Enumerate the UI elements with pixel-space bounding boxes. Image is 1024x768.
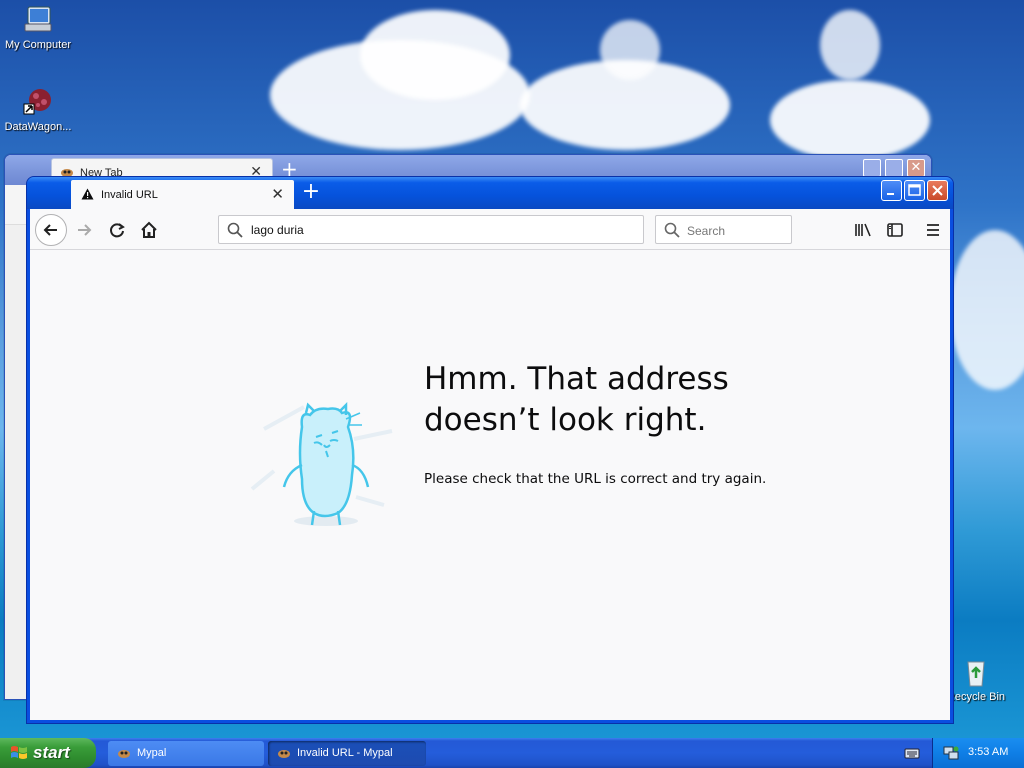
desktop-icon-label: My Computer xyxy=(4,39,72,51)
home-button[interactable] xyxy=(134,215,164,245)
home-icon xyxy=(141,221,157,238)
back-arrow-icon xyxy=(43,224,57,236)
mypal-icon xyxy=(277,746,291,760)
tab-label: Invalid URL xyxy=(101,189,158,201)
error-title: Hmm. That address doesn’t look right. xyxy=(424,361,729,438)
desktop-icon-datawagon[interactable]: DataWagon... xyxy=(0,86,76,133)
start-label: start xyxy=(33,743,70,762)
error-mascot-illustration xyxy=(244,379,394,529)
taskbar-item-mypal[interactable]: Mypal xyxy=(108,741,264,766)
url-input[interactable]: lago duria xyxy=(251,223,304,237)
search-icon xyxy=(227,222,243,241)
network-icon[interactable] xyxy=(943,745,959,764)
search-input[interactable]: Search xyxy=(687,224,725,238)
cloud xyxy=(820,10,880,80)
desktop-icon-my-computer[interactable]: My Computer xyxy=(0,4,76,51)
minimize-button[interactable] xyxy=(881,180,902,201)
recycle-bin-icon xyxy=(960,656,992,688)
taskbar-item-label: Mypal xyxy=(137,747,167,759)
cloud xyxy=(600,20,660,80)
keyboard-icon[interactable] xyxy=(904,746,920,763)
system-tray: 3:53 AM xyxy=(932,738,1024,768)
windows-logo-icon xyxy=(10,744,28,765)
taskbar-item-invalid-url[interactable]: Invalid URL - Mypal xyxy=(268,741,426,766)
back-button[interactable] xyxy=(35,214,67,246)
taskbar-item-label: Invalid URL - Mypal xyxy=(297,747,393,759)
new-tab-button[interactable]: + xyxy=(299,181,323,205)
desktop-icon-label: DataWagon... xyxy=(4,121,72,133)
forward-arrow-icon xyxy=(78,224,92,236)
search-icon xyxy=(664,222,680,241)
browser-titlebar[interactable]: Invalid URL ✕ + xyxy=(27,177,953,209)
warning-icon xyxy=(81,188,94,203)
navigation-toolbar: lago duria Search xyxy=(30,209,950,250)
forward-button[interactable] xyxy=(70,215,100,245)
library-button[interactable] xyxy=(848,215,878,245)
browser-content: lago duria Search Hmm. That address does… xyxy=(30,209,950,720)
hamburger-menu-icon xyxy=(927,224,939,236)
cloud xyxy=(950,230,1024,390)
close-button[interactable]: ✕ xyxy=(907,159,925,177)
reload-button[interactable] xyxy=(102,215,132,245)
cloud xyxy=(770,80,930,160)
error-description: Please check that the URL is correct and… xyxy=(424,471,767,487)
minimize-button[interactable] xyxy=(863,159,881,177)
sidebar-button[interactable] xyxy=(880,215,910,245)
reload-icon xyxy=(110,223,125,238)
maximize-button[interactable] xyxy=(885,159,903,177)
taskbar: start Mypal Invalid URL - Mypal 3:53 AM xyxy=(0,738,1024,768)
start-button[interactable]: start xyxy=(0,738,96,768)
library-icon xyxy=(855,223,871,237)
search-bar[interactable]: Search xyxy=(655,215,792,244)
tab-invalid-url[interactable]: Invalid URL ✕ xyxy=(71,180,294,209)
clock[interactable]: 3:53 AM xyxy=(968,746,1008,758)
mypal-icon xyxy=(117,746,131,760)
sidebar-icon xyxy=(887,223,903,237)
tab-close-icon[interactable]: ✕ xyxy=(271,186,284,202)
menu-button[interactable] xyxy=(918,215,948,245)
url-bar[interactable]: lago duria xyxy=(218,215,644,244)
my-computer-icon xyxy=(22,4,54,36)
datawagon-icon xyxy=(22,86,54,118)
browser-window[interactable]: Invalid URL ✕ + lago duria Search Hmm. T… xyxy=(26,176,954,724)
cloud xyxy=(360,10,510,100)
close-button[interactable] xyxy=(927,180,948,201)
maximize-button[interactable] xyxy=(904,180,925,201)
